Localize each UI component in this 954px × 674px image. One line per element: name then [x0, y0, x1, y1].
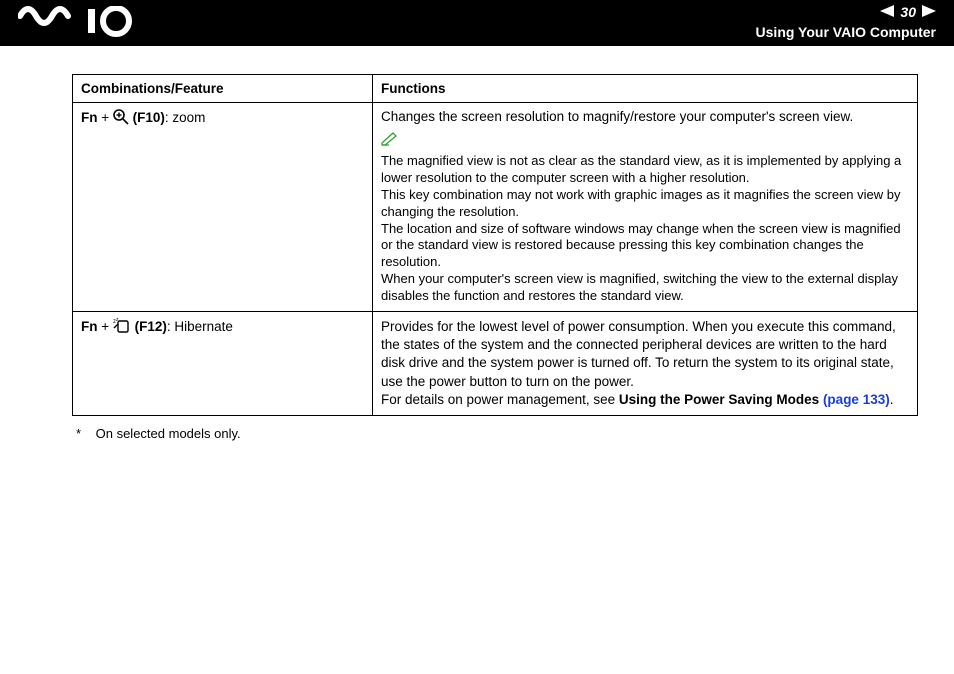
combo-hib-cell: Fn + zz (F12): Hibernate [73, 312, 373, 416]
th-combo: Combinations/Feature [73, 75, 373, 103]
desc-zoom-cell: Changes the screen resolution to magnify… [373, 103, 918, 312]
zoom-desc-main: Changes the screen resolution to magnify… [381, 109, 909, 124]
content-area: Combinations/Feature Functions Fn + (F10… [0, 46, 954, 441]
vaio-logo [18, 6, 138, 40]
page-number: 30 [900, 4, 916, 20]
zoom-note: The location and size of software window… [381, 221, 909, 272]
table-row: Fn + zz (F12): Hibernate Provides for th… [73, 312, 918, 416]
zoom-note: This key combination may not work with g… [381, 187, 909, 221]
header-bar: 30 Using Your VAIO Computer [0, 0, 954, 46]
combo-suffix: : zoom [165, 110, 206, 125]
pencil-icon [381, 132, 399, 149]
combo-key: (F10) [129, 110, 165, 125]
combo-key: (F12) [131, 319, 167, 334]
zoom-note: The magnified view is not as clear as th… [381, 153, 909, 187]
zoom-note: When your computer's screen view is magn… [381, 271, 909, 305]
next-page-icon[interactable] [922, 4, 936, 20]
combo-fn: Fn [81, 110, 98, 125]
combo-zoom-cell: Fn + (F10): zoom [73, 103, 373, 312]
magnify-icon [113, 109, 129, 128]
combo-fn: Fn [81, 319, 98, 334]
page-nav: 30 [880, 4, 936, 20]
footnote-text: On selected models only. [96, 426, 241, 441]
table-row: Fn + (F10): zoom Changes the screen reso… [73, 103, 918, 312]
hibernate-icon: zz [113, 318, 131, 337]
th-func: Functions [373, 75, 918, 103]
desc-hib-cell: Provides for the lowest level of power c… [373, 312, 918, 416]
page-ref-link[interactable]: (page 133) [823, 392, 890, 407]
hib-desc-main: Provides for the lowest level of power c… [381, 318, 909, 391]
footnote: * On selected models only. [72, 426, 918, 441]
feature-table: Combinations/Feature Functions Fn + (F10… [72, 74, 918, 416]
section-title: Using Your VAIO Computer [756, 24, 936, 40]
hib-ref-line: For details on power management, see Usi… [381, 391, 909, 409]
combo-suffix: : Hibernate [167, 319, 233, 334]
prev-page-icon[interactable] [880, 4, 894, 20]
zoom-notes: The magnified view is not as clear as th… [381, 153, 909, 305]
footnote-star: * [76, 426, 92, 441]
